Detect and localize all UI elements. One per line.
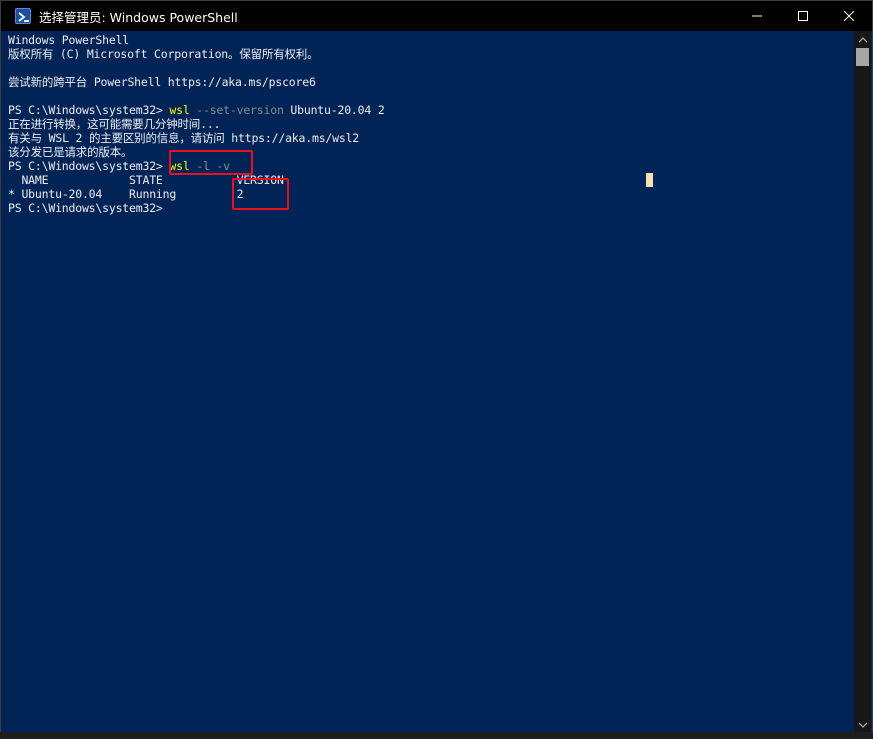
scroll-down-button[interactable]	[854, 716, 871, 733]
window-controls	[734, 1, 872, 31]
console-line: 该分发已是请求的版本。	[8, 145, 133, 159]
maximize-icon	[798, 11, 808, 21]
prompt: PS C:\Windows\system32>	[8, 159, 170, 173]
command-parameter: --set-version	[189, 103, 284, 117]
chevron-down-icon	[858, 722, 867, 728]
console-line: 正在进行转换，这可能需要几分钟时间...	[8, 117, 221, 131]
chevron-up-icon	[858, 36, 867, 42]
highlight-command-box	[169, 150, 253, 175]
console-prompt-line: PS C:\Windows\system32>	[8, 201, 163, 215]
console-line: Windows PowerShell	[8, 33, 130, 47]
window-title: 选择管理员: Windows PowerShell	[39, 9, 238, 25]
prompt: PS C:\Windows\system32>	[8, 103, 170, 117]
scroll-up-button[interactable]	[854, 31, 871, 48]
command-arguments: Ubuntu-20.04 2	[283, 103, 385, 117]
command-name: wsl	[169, 103, 190, 117]
text-cursor	[646, 173, 653, 187]
table-row: * Ubuntu-20.04 Running 2	[8, 187, 244, 201]
console-command-line: PS C:\Windows\system32> wsl --set-versio…	[8, 103, 385, 117]
vertical-scrollbar[interactable]	[854, 31, 871, 733]
console-line: 版权所有 (C) Microsoft Corporation。保留所有权利。	[8, 47, 319, 61]
powershell-icon	[15, 8, 31, 24]
highlight-version-box	[232, 178, 289, 210]
scrollbar-thumb[interactable]	[856, 48, 869, 66]
powershell-window: 选择管理员: Windows PowerShell Windows PowerS…	[0, 0, 873, 739]
console-line: 有关与 WSL 2 的主要区别的信息，请访问 https://aka.ms/ws…	[8, 131, 360, 145]
background-strip	[0, 732, 873, 739]
title-bar[interactable]: 选择管理员: Windows PowerShell	[1, 1, 872, 31]
close-button[interactable]	[826, 1, 872, 31]
console-line: 尝试新的跨平台 PowerShell https://aka.ms/pscore…	[8, 75, 316, 89]
console-output[interactable]: Windows PowerShell 版权所有 (C) Microsoft Co…	[1, 31, 848, 733]
minimize-icon	[752, 15, 762, 17]
maximize-button[interactable]	[780, 1, 826, 31]
minimize-button[interactable]	[734, 1, 780, 31]
close-icon	[844, 11, 854, 21]
